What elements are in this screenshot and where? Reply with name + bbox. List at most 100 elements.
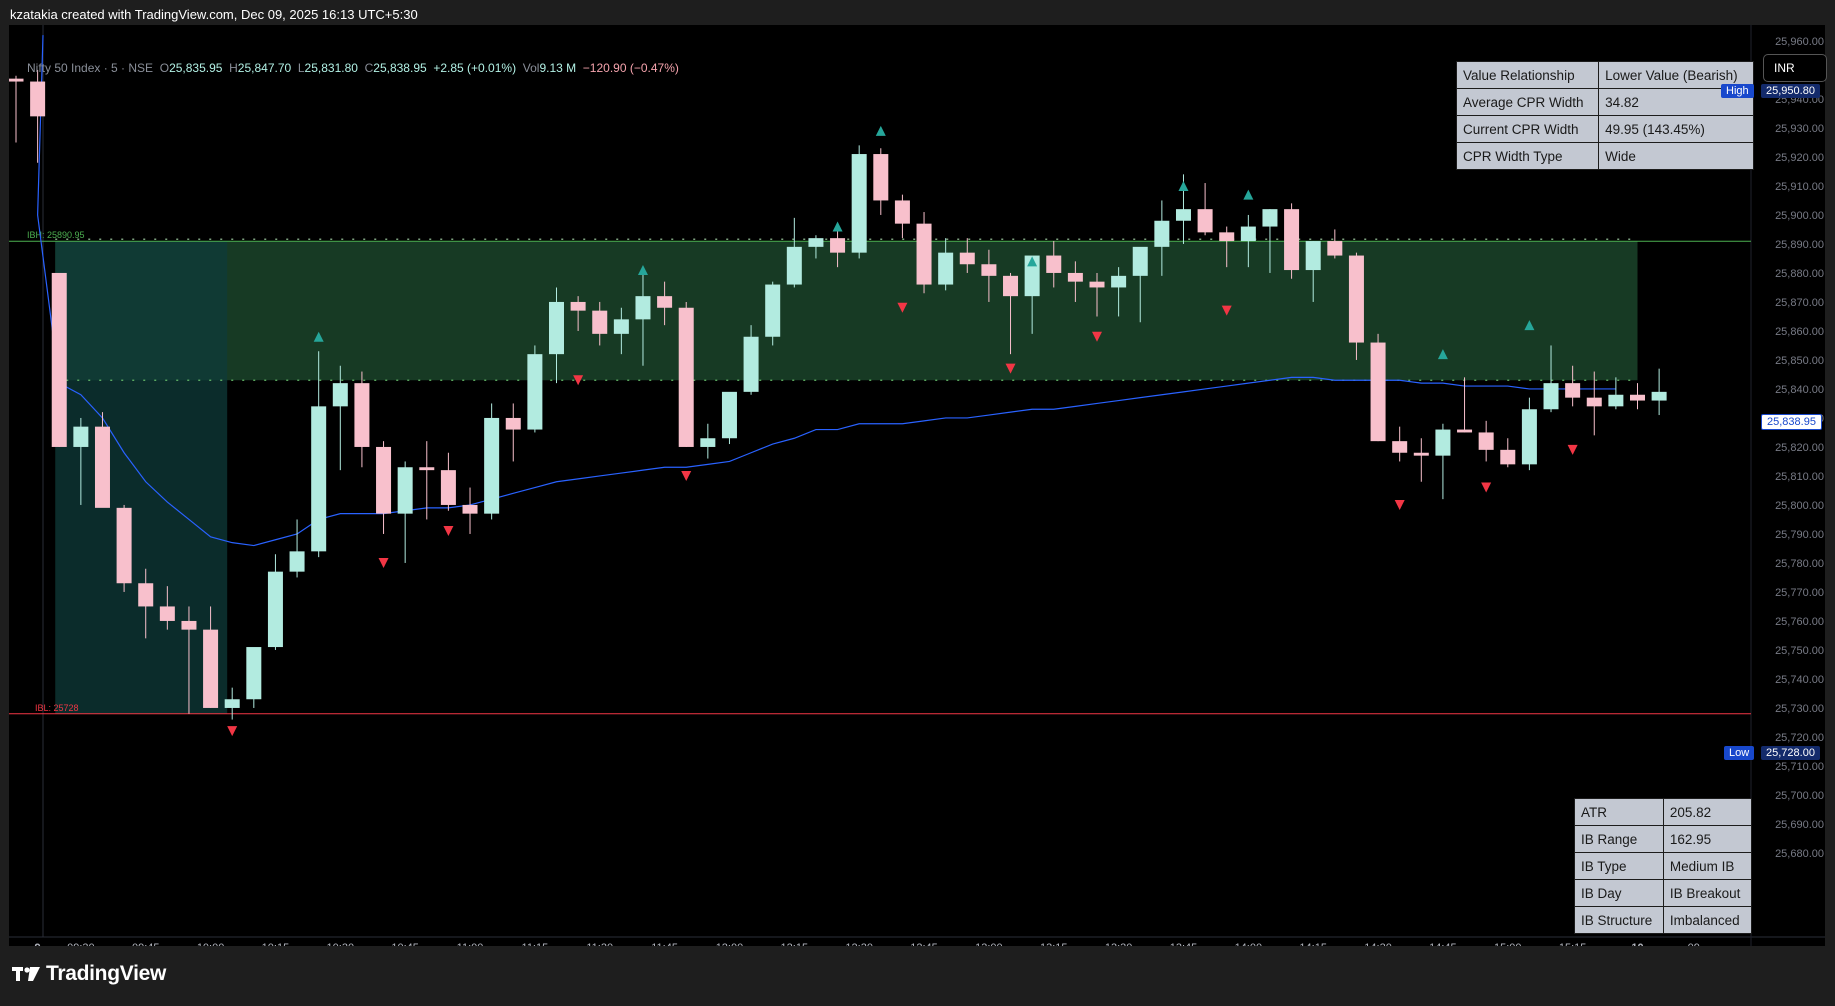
candle-up [1543, 383, 1559, 410]
legend-volume: 9.13 M [539, 61, 577, 75]
x-tick-label: 12:30 [845, 942, 873, 946]
x-tick-label: 09 [1688, 942, 1700, 946]
candle-down [1586, 397, 1602, 407]
y-tick-label: 25,820.00 [1775, 442, 1824, 454]
candle-down [1370, 342, 1386, 442]
candle-down [116, 507, 132, 584]
tradingview-logo[interactable]: TradingView [12, 962, 166, 986]
legend-close: 25,838.95 [373, 61, 427, 75]
candle-down [873, 154, 889, 201]
y-tick-label: 25,840.00 [1775, 384, 1824, 396]
y-tick-label: 25,810.00 [1775, 471, 1824, 483]
candle-down [1500, 449, 1516, 465]
y-tick-label: 25,730.00 [1775, 703, 1824, 715]
candle-up [267, 571, 283, 648]
x-tick-label: 11:15 [522, 942, 549, 946]
x-tick-label: 15:15 [1559, 942, 1587, 946]
y-tick-label: 25,890.00 [1775, 239, 1824, 251]
sell-signal-marker [227, 726, 238, 737]
candle-down [51, 272, 67, 447]
candle-up [786, 246, 802, 285]
candle-down [657, 296, 673, 308]
y-tick-label: 25,690.00 [1775, 819, 1824, 831]
x-tick-label: 12:15 [781, 942, 809, 946]
currency-button[interactable]: INR [1763, 54, 1827, 82]
candle-up [808, 238, 824, 247]
candle-up [1240, 226, 1256, 242]
ib-table-value: 205.82 [1662, 798, 1753, 826]
ib-table-label: IB Structure [1574, 906, 1664, 934]
x-tick-label: 9 [35, 942, 41, 946]
candle-up [311, 406, 327, 552]
x-tick-label: 11:45 [651, 942, 678, 946]
x-tick-label: 13:30 [1105, 942, 1133, 946]
candle-up [484, 417, 500, 514]
x-tick-label: 12:45 [910, 942, 938, 946]
ib-table-row: IB Range 162.95 [1574, 825, 1753, 853]
candle-up [246, 647, 262, 700]
brand-name: TradingView [46, 962, 167, 985]
x-tick-label: 10:45 [391, 942, 419, 946]
ib-table-row: ATR 205.82 [1574, 798, 1753, 826]
y-tick-label: 25,710.00 [1775, 761, 1824, 773]
x-tick-label: 10:30 [327, 942, 355, 946]
candle-down [1046, 255, 1062, 273]
y-tick-label: 25,790.00 [1775, 529, 1824, 541]
sell-signal-marker [1567, 444, 1578, 455]
cpr-table-row: CPR Width Type Wide [1455, 142, 1754, 170]
x-tick-label: 09:45 [132, 942, 160, 946]
legend-low-label: L [297, 61, 305, 75]
y-tick-label: 25,960.00 [1775, 36, 1824, 48]
legend-high-label: H [229, 61, 238, 75]
y-tick-label: 25,870.00 [1775, 297, 1824, 309]
candle-down [678, 307, 694, 447]
y-tick-label: 25,910.00 [1775, 181, 1824, 193]
sell-signal-marker [1481, 482, 1492, 493]
cpr-table-label: Current CPR Width [1455, 115, 1600, 143]
legend-open-label: O [159, 61, 170, 75]
cpr-table-label: Average CPR Width [1455, 88, 1600, 116]
candle-down [354, 383, 370, 447]
legend-high: 25,847.70 [237, 61, 292, 75]
candle-up [635, 296, 651, 320]
y-tick-label: 25,720.00 [1775, 732, 1824, 744]
x-tick-label: 10:15 [262, 942, 290, 946]
candle-up [289, 551, 305, 572]
candle-down [1392, 441, 1408, 453]
y-tick-label: 25,850.00 [1775, 355, 1824, 367]
candle-down [1003, 275, 1019, 297]
buy-signal-marker [1178, 180, 1189, 191]
candle-up [765, 284, 781, 337]
candle-down [376, 446, 392, 514]
candle-down [570, 301, 586, 311]
candle-down [203, 629, 219, 708]
ib-table-value: IB Breakout [1662, 879, 1753, 907]
ib-table-label: IB Range [1574, 825, 1664, 853]
current-price-tag: 25,838.95 [1761, 414, 1822, 430]
candle-up [527, 354, 543, 430]
candle-down [916, 223, 932, 285]
candle-up [73, 426, 89, 447]
candle-down [462, 504, 478, 514]
legend-symbol[interactable]: Nifty 50 Index · 5 · NSE [27, 61, 153, 75]
candle-down [1197, 209, 1213, 233]
candle-up [1651, 391, 1667, 401]
candle-up [700, 438, 716, 447]
cpr-table-value: Wide [1598, 142, 1754, 170]
candle-down [1067, 272, 1083, 282]
y-tick-label: 25,740.00 [1775, 674, 1824, 686]
ib-table-value: Medium IB [1662, 852, 1753, 880]
x-tick-label: 14:15 [1299, 942, 1327, 946]
candle-down [894, 200, 910, 224]
ib-table-row: IB Type Medium IB [1574, 852, 1753, 880]
candle-up [332, 383, 348, 407]
candle-down [1284, 209, 1300, 271]
low-tag-label: Low [1724, 746, 1755, 760]
candle-up [397, 467, 413, 514]
candle-down [9, 78, 24, 82]
candle-up [851, 154, 867, 253]
buy-signal-marker [1243, 189, 1254, 200]
chart-frame[interactable]: IBH: 25890.95 IBL: 25728 25,680.00 25,690.0… [9, 25, 1827, 946]
candle-down [1327, 241, 1343, 256]
cpr-table-label: CPR Width Type [1455, 142, 1600, 170]
